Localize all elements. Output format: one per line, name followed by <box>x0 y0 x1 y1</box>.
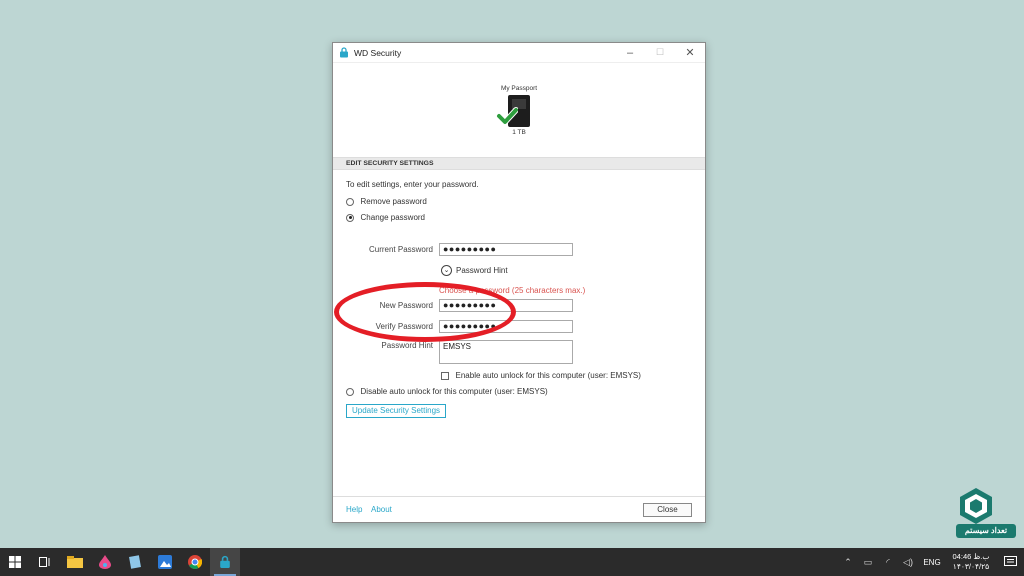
green-check-icon <box>496 107 518 125</box>
drive-icon[interactable] <box>496 95 530 127</box>
file-explorer-icon[interactable] <box>60 548 90 576</box>
disable-auto-unlock-label: Disable auto unlock for this computer (u… <box>360 387 548 396</box>
windows-start-icon[interactable] <box>0 548 30 576</box>
close-window-button[interactable]: ✕ <box>675 43 705 63</box>
taskbar: ⌃ ▭ ◜ ◁) ENG 04:46 ب.ظ ۱۴۰۳/۰۴/۲۵ <box>0 548 1024 576</box>
section-header: EDIT SECURITY SETTINGS <box>333 157 705 170</box>
photos-icon[interactable] <box>150 548 180 576</box>
device-capacity: 1 TB <box>512 129 526 136</box>
remove-password-option[interactable]: Remove password <box>346 196 427 206</box>
password-hint-input[interactable]: EMSYS <box>439 340 573 364</box>
brand-logo: تعداد سیستم <box>956 486 1016 542</box>
window-footer: Help About Close <box>333 496 705 522</box>
highlight-oval <box>334 282 516 342</box>
title-bar[interactable]: WD Security – ☐ ✕ <box>333 43 705 63</box>
close-button[interactable]: Close <box>643 503 692 517</box>
disable-auto-unlock-option[interactable]: Disable auto unlock for this computer (u… <box>346 386 548 396</box>
task-view-icon[interactable] <box>30 548 60 576</box>
enable-auto-unlock-checkbox[interactable] <box>441 371 449 380</box>
battery-icon[interactable]: ▭ <box>858 557 878 568</box>
paint-icon[interactable] <box>90 548 120 576</box>
change-password-radio[interactable] <box>346 213 354 222</box>
about-link[interactable]: About <box>371 505 392 514</box>
clock-time: 04:46 ب.ظ <box>952 552 990 561</box>
wifi-icon[interactable]: ◜ <box>878 557 898 568</box>
current-password-label: Current Password <box>368 245 433 254</box>
remove-password-label: Remove password <box>360 197 427 206</box>
update-security-settings-button[interactable]: Update Security Settings <box>346 404 447 418</box>
lock-icon <box>340 47 348 58</box>
change-password-option[interactable]: Change password <box>346 212 425 222</box>
chevron-down-icon[interactable]: ⌄ <box>441 265 452 276</box>
device-name: My Passport <box>500 85 538 92</box>
change-password-label: Change password <box>360 213 425 222</box>
chrome-icon[interactable] <box>180 548 210 576</box>
chevron-up-icon[interactable]: ⌃ <box>838 557 858 568</box>
enable-auto-unlock-label: Enable auto unlock for this computer (us… <box>455 371 641 380</box>
password-hint-toggle[interactable]: Password Hint <box>456 266 508 275</box>
help-link[interactable]: Help <box>346 505 362 514</box>
minimize-button[interactable]: – <box>615 43 645 63</box>
volume-icon[interactable]: ◁) <box>898 557 918 568</box>
wd-security-icon[interactable] <box>210 548 240 576</box>
disable-auto-unlock-radio[interactable] <box>346 387 354 396</box>
system-tray: ⌃ ▭ ◜ ◁) ENG 04:46 ب.ظ ۱۴۰۳/۰۴/۲۵ <box>838 548 1024 576</box>
instruction-text: To edit settings, enter your password. <box>346 180 479 189</box>
notepad-icon[interactable] <box>120 548 150 576</box>
notification-icon[interactable] <box>996 556 1024 568</box>
enable-auto-unlock-option[interactable]: Enable auto unlock for this computer (us… <box>441 370 641 380</box>
device-panel: My Passport 1 TB <box>333 85 705 136</box>
window-title: WD Security <box>354 47 402 58</box>
password-hint-label: Password Hint <box>381 341 433 350</box>
language-indicator[interactable]: ENG <box>918 558 946 567</box>
wd-security-window: WD Security – ☐ ✕ My Passport 1 TB EDIT … <box>332 42 706 523</box>
remove-password-radio[interactable] <box>346 197 354 206</box>
current-password-input[interactable]: ●●●●●●●●● <box>439 243 573 256</box>
maximize-button[interactable]: ☐ <box>645 43 675 63</box>
brand-text: تعداد سیستم <box>956 524 1016 538</box>
clock[interactable]: 04:46 ب.ظ ۱۴۰۳/۰۴/۲۵ <box>946 552 996 572</box>
brand-hex-icon <box>960 488 992 524</box>
clock-date: ۱۴۰۳/۰۴/۲۵ <box>952 562 990 571</box>
